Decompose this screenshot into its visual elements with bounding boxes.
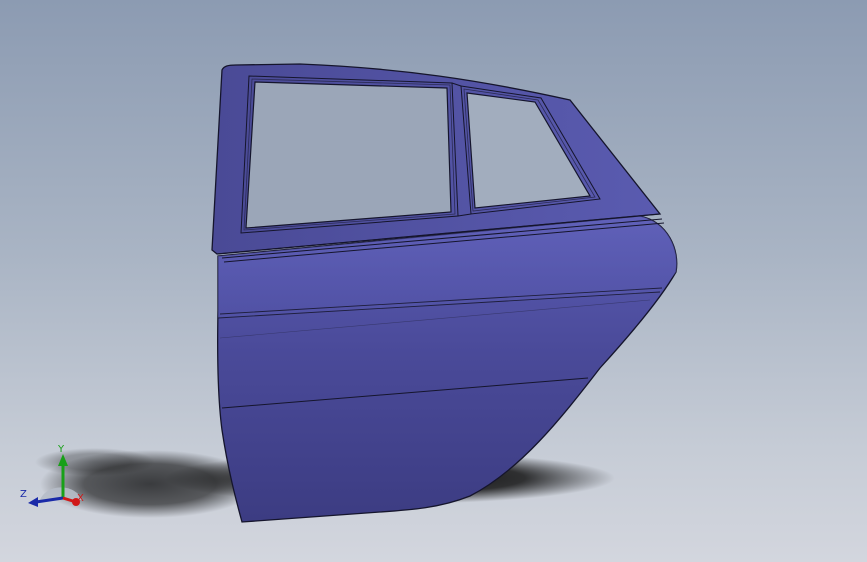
x-axis-label: X [77,493,84,504]
view-orientation-triad[interactable]: Y Z X [18,442,90,512]
z-axis-arrow-icon [28,497,38,507]
door-model-view[interactable] [0,0,867,562]
y-axis-label: Y [58,444,65,455]
z-axis-label: Z [20,489,27,500]
z-axis-line [35,496,64,504]
graphics-viewport[interactable]: Y Z X [0,0,867,562]
y-axis-arrow-icon [58,454,68,466]
front-window-opening [245,81,452,229]
